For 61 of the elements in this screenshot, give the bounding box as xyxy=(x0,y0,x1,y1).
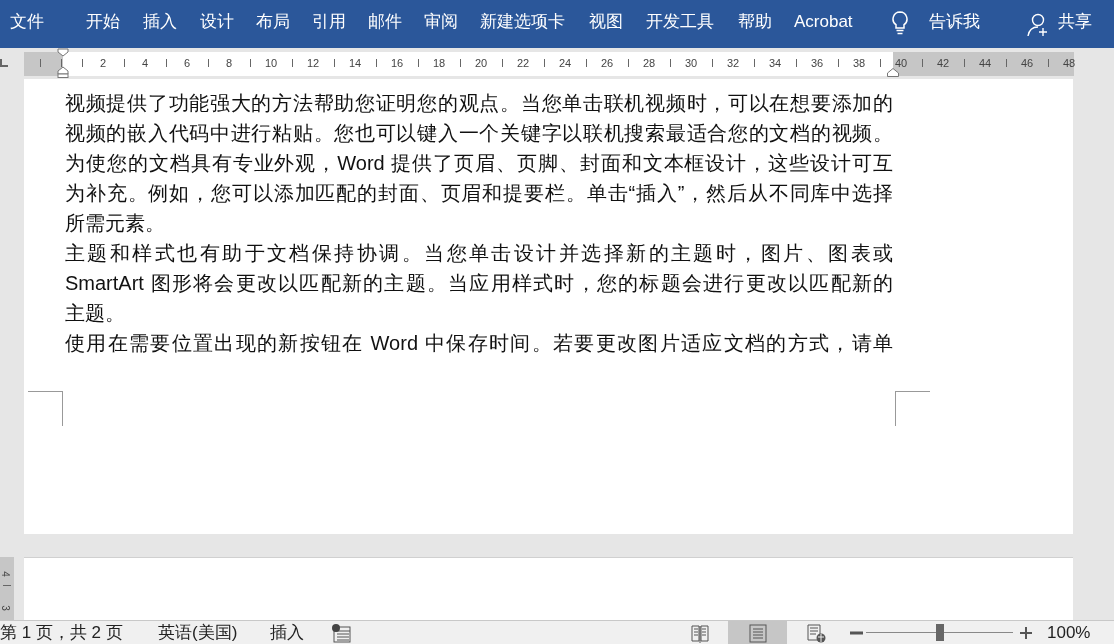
ruler-number: 18 xyxy=(431,56,447,70)
ruler-number: 30 xyxy=(683,56,699,70)
ribbon-tab[interactable]: 新建选项卡 xyxy=(478,10,567,34)
share-button[interactable]: 共享 xyxy=(1056,10,1094,34)
ribbon-tab[interactable]: 帮助 xyxy=(736,10,774,34)
ribbon-tab[interactable]: 引用 xyxy=(310,10,348,34)
ruler-number: 38 xyxy=(851,56,867,70)
crop-mark xyxy=(895,391,930,426)
zoom-thumb[interactable] xyxy=(935,624,944,641)
ruler-number: 6 xyxy=(182,56,192,70)
ruler-number: 12 xyxy=(305,56,321,70)
tell-me-button[interactable]: 告诉我 xyxy=(927,10,982,34)
ruler-number: 26 xyxy=(599,56,615,70)
ruler-number: 24 xyxy=(557,56,573,70)
ruler-number: 4 xyxy=(140,56,150,70)
language-indicator[interactable]: 英语(美国) xyxy=(158,622,238,644)
paragraph: 使用在需要位置出现的新按钮在 Word 中保存时间。若要更改图片适应文档的方式，请单 xyxy=(65,331,893,356)
ribbon-tab[interactable]: 邮件 xyxy=(366,10,404,34)
ruler-number: 34 xyxy=(767,56,783,70)
ruler-number: 8 xyxy=(224,56,234,70)
book-icon xyxy=(690,622,710,643)
ruler-number: 10 xyxy=(263,56,279,70)
ruler-number: 40 xyxy=(893,56,909,70)
ruler-number: 22 xyxy=(515,56,531,70)
page-icon xyxy=(747,622,768,643)
ruler-number: 2 xyxy=(98,56,108,70)
ruler-number: 32 xyxy=(725,56,741,70)
tab-stop-icon[interactable] xyxy=(0,59,8,67)
ruler-number: 14 xyxy=(347,56,363,70)
ribbon-tab[interactable]: 审阅 xyxy=(422,10,460,34)
ribbon-tab[interactable]: 开始 xyxy=(84,10,122,34)
right-indent-icon[interactable] xyxy=(887,68,899,77)
ruler-number: 42 xyxy=(935,56,951,70)
ribbon-tab[interactable]: 视图 xyxy=(587,10,625,34)
ribbon-tab[interactable]: 插入 xyxy=(141,10,179,34)
page-count[interactable]: 第 1 页，共 2 页 xyxy=(0,622,123,644)
ribbon-tab[interactable]: 设计 xyxy=(198,10,236,34)
ruler-number: 20 xyxy=(473,56,489,70)
ruler-number: 3 xyxy=(0,605,10,611)
ribbon-tab[interactable]: 开发工具 xyxy=(644,10,716,34)
zoom-level[interactable]: 100% xyxy=(1047,622,1091,644)
ribbon-tab[interactable]: Acrobat xyxy=(792,10,855,34)
ribbon-tab[interactable]: 文件 xyxy=(8,10,46,34)
ruler-number: 48 xyxy=(1061,56,1077,70)
indent-marker-icon[interactable] xyxy=(57,48,69,78)
paragraph: 视频提供了功能强大的方法帮助您证明您的观点。当您单击联机视频时，可以在想要添加的 视频的嵌入代码中进行粘贴。您也可以键入一个关键字以联机搜索最适合您的文档的视频。 为使您的文档具有专业外观，Word 提供了页眉、页脚、封面和文本框设计，这些设计可互 为补充。例如，您可以添加匹配的封面、页眉和提要栏。单击“插入”，然后从不同库中选择 所需元素。 xyxy=(65,91,893,236)
person-add-icon[interactable] xyxy=(1027,13,1049,37)
ruler-number: 16 xyxy=(389,56,405,70)
ruler-number: 36 xyxy=(809,56,825,70)
ruler-number: 28 xyxy=(641,56,657,70)
insert-mode[interactable]: 插入 xyxy=(270,622,304,644)
paragraph: 主题和样式也有助于文档保持协调。当您单击设计并选择新的主题时，图片、图表或 SmartArt 图形将会更改以匹配新的主题。当应用样式时，您的标题会进行更改以匹配新的 主题。 xyxy=(65,241,893,326)
zoom-in-icon[interactable] xyxy=(1020,627,1032,639)
ruler-number: 46 xyxy=(1019,56,1035,70)
ribbon-tab[interactable]: 布局 xyxy=(254,10,292,34)
lightbulb-icon[interactable] xyxy=(892,11,908,35)
crop-mark xyxy=(28,391,63,426)
macro-record-icon[interactable] xyxy=(331,623,351,643)
ruler-number: 44 xyxy=(977,56,993,70)
ruler-number: 4 xyxy=(0,571,10,577)
zoom-out-icon[interactable] xyxy=(850,631,863,635)
